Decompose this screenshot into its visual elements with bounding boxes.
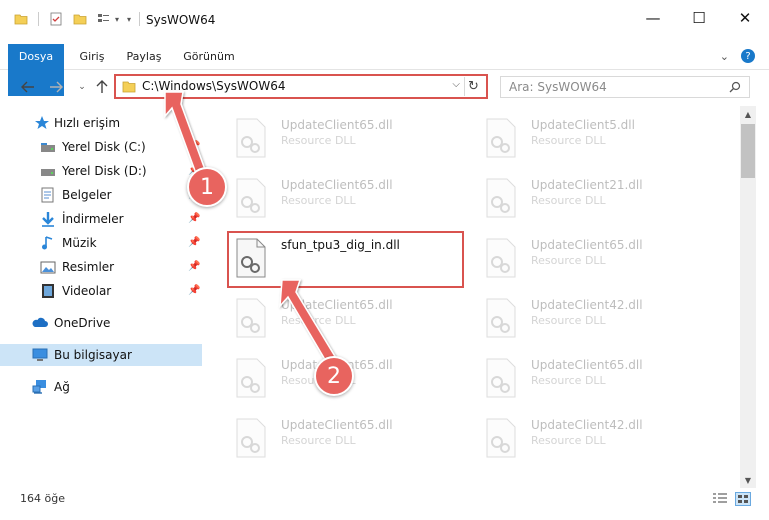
- sidebar-item-music[interactable]: Müzik 📌: [0, 232, 202, 254]
- sidebar-item-network[interactable]: Ağ: [0, 376, 202, 398]
- details-view-icon[interactable]: [712, 492, 728, 506]
- ribbon-controls: ⌄ ?: [720, 49, 755, 63]
- sidebar-item-onedrive[interactable]: OneDrive: [0, 312, 202, 334]
- separator: [38, 12, 39, 26]
- sidebar-item-drive-d[interactable]: Yerel Disk (D:) 📌: [0, 160, 202, 182]
- dll-file-icon: [236, 298, 266, 338]
- sidebar-item-pictures[interactable]: Resimler 📌: [0, 256, 202, 278]
- pin-icon[interactable]: 📌: [188, 261, 200, 273]
- dll-file-icon: [486, 358, 516, 398]
- pictures-icon: [40, 261, 56, 274]
- pin-icon[interactable]: 📌: [188, 285, 200, 297]
- dll-file-icon: [486, 298, 516, 338]
- pin-icon[interactable]: 📌: [188, 141, 200, 153]
- sidebar-item-documents[interactable]: Belgeler 📌: [0, 184, 202, 206]
- properties-icon[interactable]: [49, 12, 63, 26]
- drive-icon: [41, 169, 55, 176]
- list-item[interactable]: UpdateClient65.dll Resource DLL: [211, 290, 447, 342]
- vertical-scrollbar[interactable]: ▲ ▼: [740, 106, 756, 488]
- expand-ribbon-icon[interactable]: ⌄: [720, 50, 729, 63]
- star-icon: [35, 116, 49, 129]
- dll-file-icon: [236, 178, 266, 218]
- search-placeholder: Ara: SysWOW64: [509, 80, 607, 94]
- cloud-icon: [32, 317, 48, 327]
- refresh-button[interactable]: ↻: [464, 77, 482, 96]
- step-2-callout: 2: [314, 356, 354, 396]
- large-icons-view-icon[interactable]: [735, 492, 751, 506]
- customize-toolbar-icon[interactable]: ▾: [127, 15, 131, 24]
- ribbon-tabs: Dosya Giriş Paylaş Görünüm ⌄ ?: [0, 44, 769, 96]
- scroll-up-icon[interactable]: ▲: [740, 106, 756, 122]
- dll-file-icon: [486, 118, 516, 158]
- scroll-thumb[interactable]: [741, 124, 755, 178]
- sidebar-item-drive-c[interactable]: Yerel Disk (C:) 📌: [0, 136, 202, 158]
- list-item[interactable]: UpdateClient65.dll Resource DLL: [461, 230, 697, 282]
- dll-file-icon: [486, 418, 516, 458]
- list-item[interactable]: UpdateClient65.dll Resource DLL: [211, 170, 447, 222]
- search-icon[interactable]: [729, 81, 741, 93]
- dll-file-icon: [486, 178, 516, 218]
- list-item[interactable]: UpdateClient65.dll Resource DLL: [211, 110, 447, 162]
- window-title: SysWOW64: [146, 13, 216, 27]
- computer-icon: [32, 348, 48, 361]
- dll-file-icon: [236, 118, 266, 158]
- chevron-down-icon[interactable]: ⌵: [452, 79, 460, 90]
- folder-icon: [122, 81, 136, 93]
- list-item[interactable]: UpdateClient21.dll Resource DLL: [461, 170, 697, 222]
- dll-file-icon: [486, 238, 516, 278]
- minimize-button[interactable]: —: [630, 0, 676, 36]
- up-arrow-icon[interactable]: [92, 76, 112, 98]
- search-input[interactable]: Ara: SysWOW64: [500, 76, 750, 98]
- target-file-highlight: [227, 231, 464, 288]
- folder-icon[interactable]: [14, 12, 28, 26]
- navigation-bar: ⌄ C:\Windows\SysWOW64 ⌵ ↻ Ara: SysWOW64: [0, 72, 769, 102]
- list-item[interactable]: UpdateClient42.dll Resource DLL: [461, 410, 697, 462]
- back-arrow-icon[interactable]: [18, 76, 38, 98]
- download-icon: [42, 212, 54, 227]
- forward-arrow-icon[interactable]: [46, 76, 66, 98]
- item-count: 164 öğe: [20, 492, 65, 505]
- list-item[interactable]: UpdateClient65.dll Resource DLL: [461, 350, 697, 402]
- sidebar-item-this-pc[interactable]: Bu bilgisayar: [0, 344, 202, 366]
- list-item[interactable]: UpdateClient5.dll Resource DLL: [461, 110, 697, 162]
- new-folder-icon[interactable]: [73, 12, 87, 26]
- tab-home[interactable]: Giriş: [72, 44, 112, 70]
- status-bar: 164 öğe: [0, 488, 769, 510]
- videos-icon: [42, 284, 54, 298]
- view-options-icon[interactable]: [97, 12, 113, 26]
- list-item[interactable]: UpdateClient42.dll Resource DLL: [461, 290, 697, 342]
- tab-view[interactable]: Görünüm: [180, 44, 238, 70]
- drive-icon: [41, 143, 55, 152]
- music-icon: [42, 236, 53, 250]
- scroll-down-icon[interactable]: ▼: [740, 472, 756, 488]
- file-list: UpdateClient65.dll Resource DLL UpdateCl…: [205, 104, 740, 484]
- title-bar: ▾ ▾ SysWOW64 — ☐ ✕: [0, 0, 769, 40]
- dll-file-icon: [236, 418, 266, 458]
- documents-icon: [41, 187, 54, 203]
- maximize-button[interactable]: ☐: [676, 0, 722, 36]
- quick-access-toolbar: ▾ ▾: [14, 12, 148, 26]
- chevron-down-icon[interactable]: ▾: [115, 15, 119, 24]
- sidebar-item-quick-access[interactable]: Hızlı erişim: [0, 112, 202, 134]
- navigation-pane: Hızlı erişim Yerel Disk (C:) 📌 Yerel Dis…: [0, 108, 205, 486]
- network-icon: [32, 380, 46, 394]
- pin-icon[interactable]: 📌: [188, 237, 200, 249]
- pin-icon[interactable]: 📌: [188, 213, 200, 225]
- sidebar-item-downloads[interactable]: İndirmeler 📌: [0, 208, 202, 230]
- separator: [139, 12, 141, 26]
- address-bar[interactable]: C:\Windows\SysWOW64 ⌵ ↻: [114, 74, 488, 99]
- sidebar-item-videos[interactable]: Videolar 📌: [0, 280, 202, 302]
- help-icon[interactable]: ?: [741, 49, 755, 63]
- step-1-callout: 1: [187, 167, 227, 207]
- recent-locations-icon[interactable]: ⌄: [72, 76, 92, 98]
- address-path: C:\Windows\SysWOW64: [142, 79, 286, 93]
- close-button[interactable]: ✕: [722, 0, 768, 36]
- list-item[interactable]: UpdateClient65.dll Resource DLL: [211, 410, 447, 462]
- dll-file-icon: [236, 358, 266, 398]
- tab-share[interactable]: Paylaş: [122, 44, 166, 70]
